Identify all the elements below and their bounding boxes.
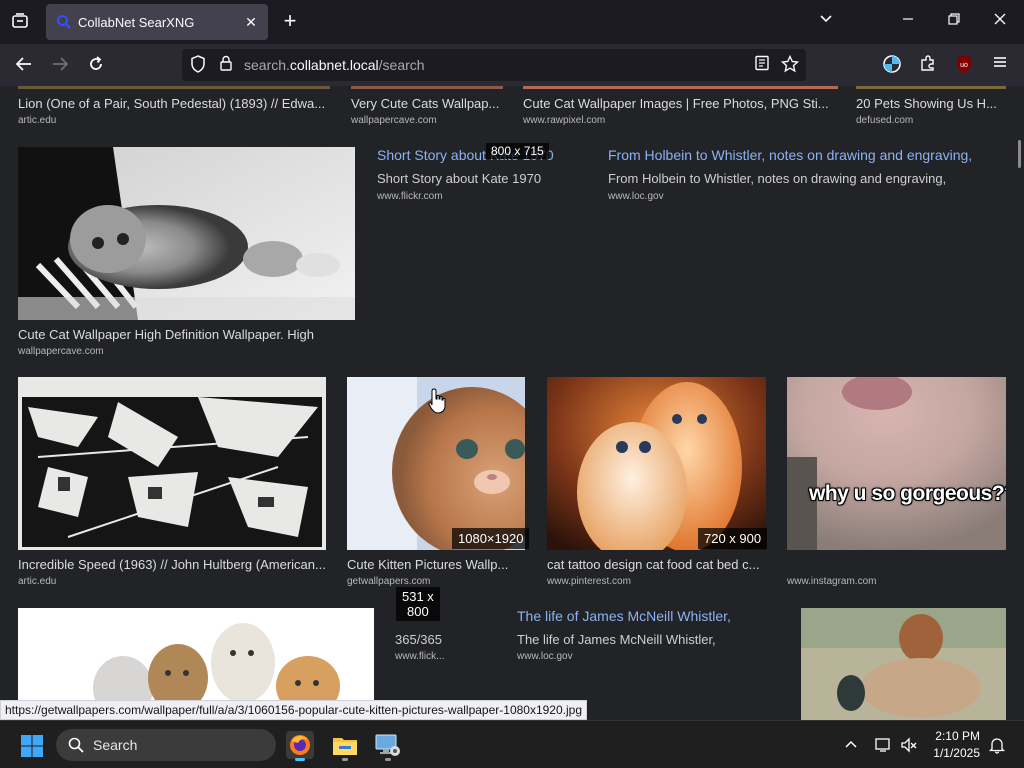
remote-desktop-taskbar-icon[interactable] — [374, 731, 402, 761]
show-hidden-icons-chevron-icon[interactable] — [844, 737, 860, 753]
result-image-incredible-speed[interactable] — [18, 377, 326, 550]
result-image-lion[interactable] — [18, 86, 330, 89]
minimize-icon[interactable] — [898, 12, 918, 32]
result-title[interactable]: Cute Cat Wallpaper High Definition Wallp… — [18, 327, 355, 342]
notifications-bell-icon[interactable] — [988, 736, 1006, 754]
dim-line: 800 — [407, 604, 429, 619]
search-label: Search — [93, 737, 138, 753]
result-source: www.rawpixel.com — [523, 115, 606, 126]
result-source: wallpapercave.com — [351, 115, 437, 126]
reader-view-icon[interactable] — [752, 55, 772, 75]
result-snippet: 365/365 — [395, 632, 442, 647]
image-dimensions-tooltip: 531 x 800 — [396, 587, 440, 621]
account-sync-icon[interactable] — [882, 54, 902, 74]
bookmark-star-icon[interactable] — [780, 54, 800, 75]
meme-overlay-text: why u so gorgeous?? — [809, 482, 1006, 505]
result-source: www.pinterest.com — [547, 576, 631, 587]
result-source: defused.com — [856, 115, 914, 126]
search-results-page: Lion (One of a Pair, South Pedestal) (18… — [0, 86, 1024, 720]
file-explorer-taskbar-icon[interactable] — [331, 731, 359, 761]
extensions-puzzle-icon[interactable] — [918, 54, 938, 74]
mouse-pointer-icon — [428, 388, 446, 419]
result-snippet: The life of James McNeill Whistler, — [517, 632, 716, 647]
dim-line: 531 x — [402, 589, 434, 604]
search-icon — [68, 737, 84, 753]
result-image-cat-tattoo[interactable] — [547, 377, 766, 550]
page-scrollbar-thumb[interactable] — [1018, 140, 1021, 168]
new-tab-icon[interactable]: + — [280, 10, 300, 33]
tab-overview-icon[interactable] — [10, 12, 30, 32]
list-all-tabs-icon[interactable] — [816, 12, 836, 32]
result-snippet: Short Story about Kate 1970 — [377, 171, 542, 186]
app-running-indicator — [342, 758, 348, 761]
firefox-taskbar-icon[interactable] — [286, 731, 314, 761]
image-dimensions-badge: 1080×1920 — [452, 528, 530, 549]
app-menu-hamburger-icon[interactable] — [990, 54, 1010, 74]
result-title[interactable]: 20 Pets Showing Us H... — [856, 96, 1006, 111]
result-source: wallpapercave.com — [18, 346, 104, 357]
result-source: artic.edu — [18, 115, 57, 126]
link-status-url: https://getwallpapers.com/wallpaper/full… — [0, 700, 588, 720]
url-path: /search — [378, 57, 425, 73]
result-image-very-cute-cats[interactable] — [351, 86, 503, 89]
address-bar[interactable]: search.collabnet.local/search — [182, 49, 806, 81]
reload-icon[interactable] — [86, 55, 106, 75]
result-source: www.loc.gov — [608, 191, 664, 202]
url-domain: collabnet.local — [289, 57, 379, 73]
result-title[interactable]: Cute Kitten Pictures Wallp... — [347, 557, 525, 572]
url-prefix: search. — [244, 57, 290, 73]
result-source: www.loc.gov — [517, 651, 573, 662]
forward-icon[interactable] — [50, 55, 70, 75]
active-tab[interactable]: CollabNet SearXNG ✕ — [46, 4, 268, 40]
result-image-cute-cat-rawpixel[interactable] — [523, 86, 838, 89]
navigation-toolbar: search.collabnet.local/search uo — [0, 44, 1024, 86]
result-title[interactable]: cat tattoo design cat food cat bed c... — [547, 557, 766, 572]
clock-date[interactable]: 1/1/2025 — [933, 746, 980, 760]
result-link-holbein-whistler[interactable]: From Holbein to Whistler, notes on drawi… — [608, 147, 972, 163]
clock-time[interactable]: 2:10 PM — [935, 729, 980, 743]
result-image-why-u-so-gorgeous[interactable]: why u so gorgeous?? — [787, 377, 1006, 550]
tab-title: CollabNet SearXNG — [78, 15, 195, 30]
image-dimensions-tooltip: 800 x 715 — [486, 143, 549, 159]
result-title[interactable]: Cute Cat Wallpaper Images | Free Photos,… — [523, 96, 838, 111]
tab-close-icon[interactable]: ✕ — [242, 13, 260, 31]
url-text[interactable]: search.collabnet.local/search — [244, 57, 425, 73]
result-image-20-pets[interactable] — [856, 86, 1006, 89]
site-info-lock-icon[interactable] — [216, 55, 236, 75]
window-close-icon[interactable] — [990, 12, 1010, 32]
app-running-indicator — [385, 758, 391, 761]
tracking-protection-shield-icon[interactable] — [188, 55, 208, 75]
taskbar-search-box[interactable]: Search — [56, 729, 276, 761]
result-image-painting[interactable] — [801, 608, 1006, 720]
active-app-indicator — [295, 758, 305, 761]
result-title[interactable]: Very Cute Cats Wallpap... — [351, 96, 503, 111]
restore-icon[interactable] — [944, 12, 964, 32]
image-dimensions-badge: 720 x 900 — [698, 528, 768, 549]
result-title[interactable]: Incredible Speed (1963) // John Hultberg… — [18, 557, 326, 572]
volume-muted-icon[interactable] — [900, 736, 918, 754]
windows-start-icon[interactable] — [20, 734, 44, 758]
result-source: www.flick... — [395, 651, 445, 662]
result-image-cat-on-piano[interactable] — [18, 147, 355, 320]
result-link-james-whistler[interactable]: The life of James McNeill Whistler, — [517, 608, 731, 624]
result-snippet: From Holbein to Whistler, notes on drawi… — [608, 171, 947, 186]
ublock-origin-icon[interactable]: uo — [954, 54, 974, 74]
network-display-icon[interactable] — [874, 736, 892, 754]
back-icon[interactable] — [14, 55, 34, 75]
result-title[interactable]: Lion (One of a Pair, South Pedestal) (18… — [18, 96, 330, 111]
searxng-favicon-icon — [56, 14, 72, 30]
result-source: www.instagram.com — [787, 576, 877, 587]
result-source: www.flickr.com — [377, 191, 443, 202]
result-source: artic.edu — [18, 576, 57, 587]
windows-taskbar: Search 2:10 PM 1/1/2025 — [0, 720, 1024, 768]
result-source: getwallpapers.com — [347, 576, 431, 587]
svg-text:uo: uo — [960, 62, 968, 69]
tab-strip: CollabNet SearXNG ✕ + — [0, 0, 1024, 44]
